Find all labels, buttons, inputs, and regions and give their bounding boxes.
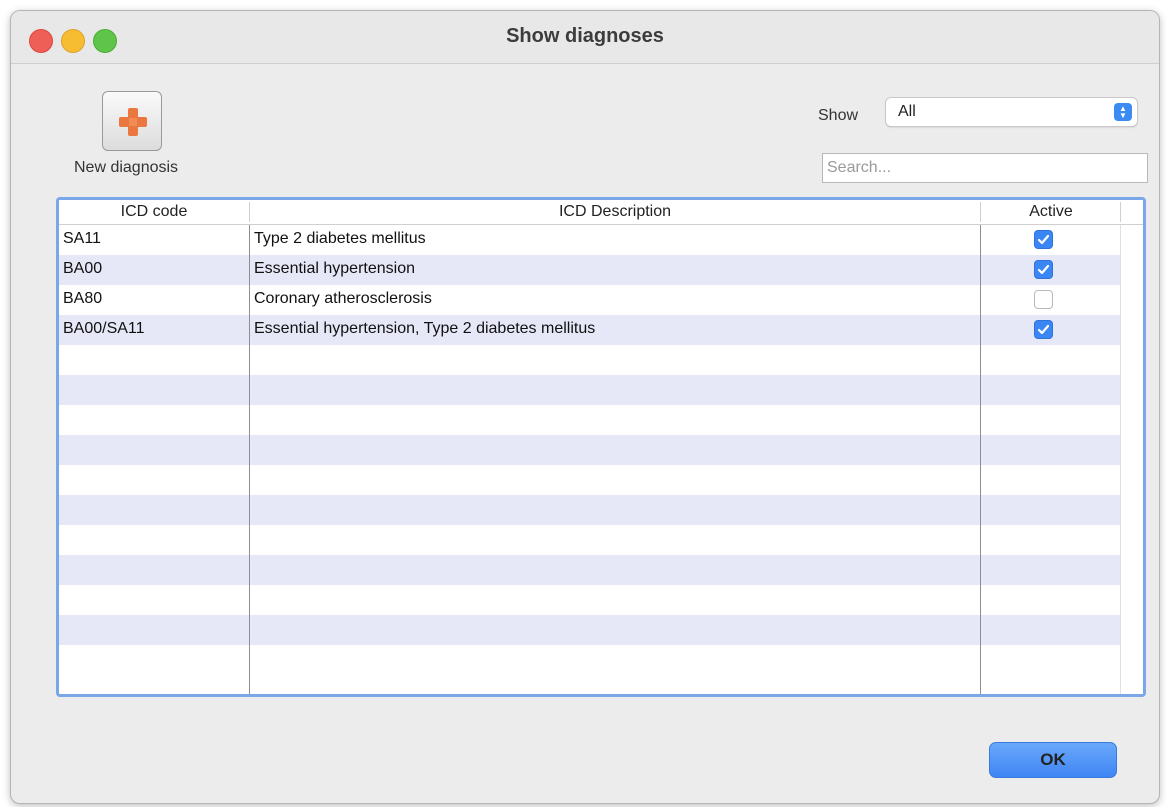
icd-description-cell: Type 2 diabetes mellitus [254,230,426,247]
column-header-icd-description[interactable]: ICD Description [250,203,980,221]
search-input[interactable] [822,153,1148,183]
icd-code-cell: BA00 [63,260,103,277]
icd-code-cell: SA11 [63,230,101,247]
show-filter-label: Show [818,107,859,124]
checkmark-icon [1037,264,1050,275]
show-filter-select[interactable]: All ▲ ▼ [885,97,1138,127]
diagnoses-table: ICD code ICD Description Active SA11 Type… [56,197,1146,697]
table-body: SA11 Type 2 diabetes mellitus BA00 Essentia… [59,225,1143,694]
empty-table-row [59,585,1120,615]
new-diagnosis-button[interactable] [102,91,162,151]
empty-table-row [59,525,1120,555]
add-plus-icon [119,108,147,136]
column-divider [1120,202,1121,222]
empty-table-row [59,405,1120,435]
table-row[interactable]: BA00/SA11 Essential hypertension, Type 2 … [59,315,1120,345]
active-checkbox[interactable] [1034,260,1053,279]
ok-button[interactable]: OK [989,742,1117,778]
empty-table-row [59,375,1120,405]
column-header-icd-code[interactable]: ICD code [59,203,249,221]
icd-description-cell: Essential hypertension, Type 2 diabetes … [254,320,596,337]
table-row[interactable]: BA80 Coronary atherosclerosis [59,285,1120,315]
column-divider [980,225,981,694]
active-checkbox[interactable] [1034,230,1053,249]
empty-table-row [59,435,1120,465]
active-checkbox[interactable] [1034,290,1053,309]
window-title: Show diagnoses [506,25,664,47]
icd-code-cell: BA80 [63,290,103,307]
active-checkbox[interactable] [1034,320,1053,339]
empty-table-row [59,465,1120,495]
show-filter-value: All [898,103,916,120]
column-divider [249,225,250,694]
column-header-active[interactable]: Active [981,203,1121,221]
checkmark-icon [1037,234,1050,245]
icd-description-cell: Coronary atherosclerosis [254,290,432,307]
icd-code-cell: BA00/SA11 [63,320,145,337]
empty-table-row [59,615,1120,645]
new-diagnosis-label: New diagnosis [74,159,179,176]
checkmark-icon [1037,324,1050,335]
show-diagnoses-window: Show diagnoses New diagnosis Show All ▲ ▼… [10,10,1160,804]
empty-table-row [59,495,1120,525]
empty-table-row [59,555,1120,585]
empty-table-row [59,645,1120,675]
empty-table-row [59,345,1120,375]
icd-description-cell: Essential hypertension [254,260,415,277]
chevron-updown-icon: ▲ ▼ [1114,103,1132,121]
title-bar: Show diagnoses [11,11,1159,64]
scrollbar-track[interactable] [1120,225,1143,694]
table-row[interactable]: SA11 Type 2 diabetes mellitus [59,225,1120,255]
table-header: ICD code ICD Description Active [59,200,1143,225]
table-row[interactable]: BA00 Essential hypertension [59,255,1120,285]
